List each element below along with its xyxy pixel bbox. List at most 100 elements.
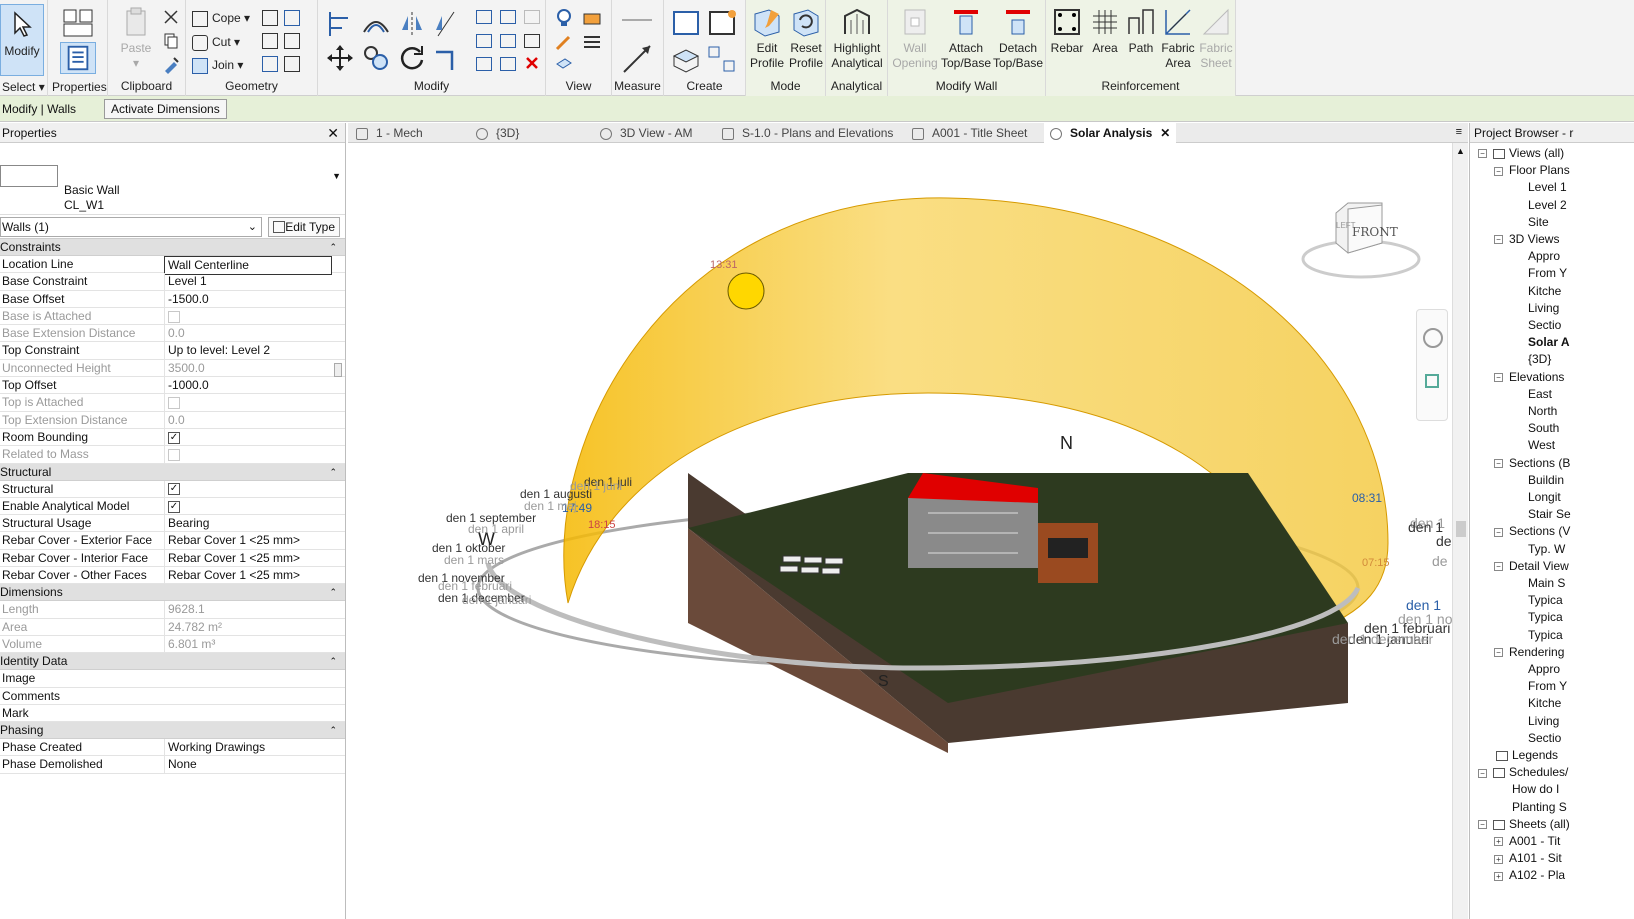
cut-button[interactable]: Cut ▾ (192, 33, 240, 51)
collapse-icon[interactable]: ⌃ (329, 722, 337, 739)
browser-item[interactable]: Solar A (1528, 334, 1570, 351)
create-parts-icon[interactable] (670, 44, 702, 74)
browser-item[interactable]: South (1528, 420, 1559, 437)
edit-profile-button[interactable]: Edit Profile (748, 6, 786, 71)
browser-item[interactable]: East (1528, 386, 1552, 403)
expand-icon[interactable]: + (1494, 854, 1503, 864)
tab-1-mech[interactable]: 1 - Mech (356, 123, 423, 143)
browser-item[interactable]: Level 2 (1528, 197, 1567, 214)
browser-item[interactable]: − Rendering (1494, 644, 1564, 661)
checkbox[interactable]: ✓ (168, 500, 180, 513)
tab-solar-analysis[interactable]: Solar Analysis ✕ (1044, 123, 1177, 143)
browser-item[interactable]: Planting S (1512, 799, 1567, 816)
tab-menu-icon[interactable]: ≡ (1456, 126, 1462, 138)
viewcube[interactable]: FRONT LEFT (1300, 199, 1422, 283)
scroll-up-icon[interactable]: ▲ (1456, 146, 1465, 156)
checkbox[interactable]: ✓ (168, 431, 180, 444)
property-value[interactable]: Level 1 (164, 273, 332, 291)
property-section-header[interactable]: Phasing ⌃ (0, 722, 345, 740)
browser-item[interactable]: − Elevations (1494, 369, 1564, 386)
path-button[interactable]: Path (1122, 6, 1160, 56)
close-tab-icon[interactable]: ✕ (1160, 126, 1170, 140)
property-value[interactable]: Rebar Cover 1 <25 mm> (164, 532, 332, 550)
highlight-analytical-button[interactable]: Highlight Analytical (826, 6, 888, 71)
collapse-icon[interactable]: − (1478, 768, 1487, 778)
browser-item[interactable]: From Y (1528, 678, 1567, 695)
collapse-icon[interactable]: ⌃ (329, 239, 337, 256)
delete-icon[interactable] (524, 55, 540, 71)
scroll-thumb[interactable] (1456, 521, 1466, 537)
tab-3d[interactable]: {3D} (476, 123, 519, 143)
properties-icon[interactable] (60, 42, 96, 74)
split-element-icon[interactable] (476, 10, 492, 24)
browser-item[interactable]: −3D Views (1494, 231, 1559, 248)
browser-item[interactable]: Main S (1528, 575, 1565, 592)
mirror-draw-icon[interactable] (432, 10, 460, 38)
browser-item[interactable]: Sectio (1528, 317, 1561, 334)
browser-item[interactable]: North (1528, 403, 1557, 420)
fabric-sheet-button[interactable]: Fabric Sheet (1196, 6, 1236, 71)
hide-bulb-icon[interactable] (554, 8, 574, 28)
viewport-scrollbar[interactable]: ▲ (1452, 143, 1468, 919)
fabric-area-button[interactable]: Fabric Area (1158, 6, 1198, 71)
browser-item[interactable]: − Sheets (all) (1478, 816, 1570, 833)
property-value[interactable]: ✓ (164, 428, 332, 446)
browser-item[interactable]: Level 1 (1528, 179, 1567, 196)
select-dropdown[interactable]: Select ▾ (2, 78, 45, 96)
copy-icon[interactable] (162, 32, 180, 50)
browser-item[interactable]: + A102 - Pla (1494, 867, 1565, 884)
activate-dimensions-button[interactable]: Activate Dimensions (104, 99, 227, 119)
browser-item[interactable]: Appro (1528, 248, 1560, 265)
browser-item[interactable]: Kitche (1528, 283, 1561, 300)
property-section-header[interactable]: Constraints ⌃ (0, 239, 345, 256)
override-graphics-icon[interactable] (582, 8, 602, 28)
property-value[interactable]: -1000.0 (164, 377, 332, 395)
property-section-header[interactable]: Dimensions ⌃ (0, 584, 345, 602)
create-assembly-icon[interactable] (706, 44, 738, 74)
zoom-icon[interactable] (1425, 374, 1439, 388)
checkbox[interactable]: ✓ (168, 483, 180, 496)
modify-button[interactable]: Modify (0, 4, 44, 76)
browser-item[interactable]: − Views (all) (1478, 145, 1564, 162)
collapse-icon[interactable]: − (1494, 648, 1503, 658)
reset-profile-button[interactable]: Reset Profile (786, 6, 826, 71)
rotate-icon[interactable] (398, 44, 426, 72)
browser-item[interactable]: − Floor Plans (1494, 162, 1570, 179)
scissors-icon[interactable] (162, 8, 180, 26)
browser-item[interactable]: Stair Se (1528, 506, 1571, 523)
area-button[interactable]: Area (1086, 6, 1124, 56)
browser-item[interactable]: Site (1528, 214, 1549, 231)
property-value[interactable]: None (164, 756, 332, 774)
trim-multiple-icon[interactable] (500, 57, 516, 71)
property-value[interactable]: Wall Centerline (164, 256, 332, 275)
chevron-down-icon[interactable]: ▼ (332, 171, 341, 181)
browser-item[interactable]: Longit (1528, 489, 1561, 506)
match-properties-icon[interactable] (162, 56, 180, 74)
create-group-icon[interactable] (670, 8, 702, 38)
browser-item[interactable]: + A001 - Tit (1494, 833, 1560, 850)
property-value[interactable]: ✓ (164, 480, 332, 498)
wall-opening-button[interactable]: Wall Opening (890, 6, 940, 71)
property-value[interactable]: Rebar Cover 1 <25 mm> (164, 549, 332, 567)
browser-item[interactable]: Legends (1496, 747, 1558, 764)
measure-icon[interactable] (620, 10, 656, 30)
offset-icon[interactable] (362, 10, 390, 38)
tab-a001[interactable]: A001 - Title Sheet (912, 123, 1027, 143)
browser-item[interactable]: − Sections (V (1494, 523, 1570, 540)
property-section-header[interactable]: Structural ⌃ (0, 463, 345, 481)
browser-item[interactable]: Typica (1528, 627, 1563, 644)
browser-item[interactable]: Living (1528, 713, 1559, 730)
attach-topbase-button[interactable]: Attach Top/Base (940, 6, 992, 71)
linework-icon[interactable] (554, 32, 574, 52)
tab-3d-view-am[interactable]: 3D View - AM (600, 123, 692, 143)
detach-topbase-button[interactable]: Detach Top/Base (992, 6, 1044, 71)
browser-item[interactable]: How do I (1512, 781, 1559, 798)
browser-item[interactable]: West (1528, 437, 1555, 454)
properties-scrollbar[interactable] (334, 363, 342, 377)
property-value[interactable]: Up to level: Level 2 (164, 342, 332, 360)
collapse-icon[interactable]: − (1494, 166, 1503, 176)
remove-paint-icon[interactable] (284, 56, 300, 72)
browser-item[interactable]: Typ. W (1528, 541, 1565, 558)
3d-viewport[interactable]: 13:31 17:49 18:15 08:31 07:15 N W S den … (348, 143, 1452, 919)
tab-s-1-0[interactable]: S-1.0 - Plans and Elevations (722, 123, 893, 143)
